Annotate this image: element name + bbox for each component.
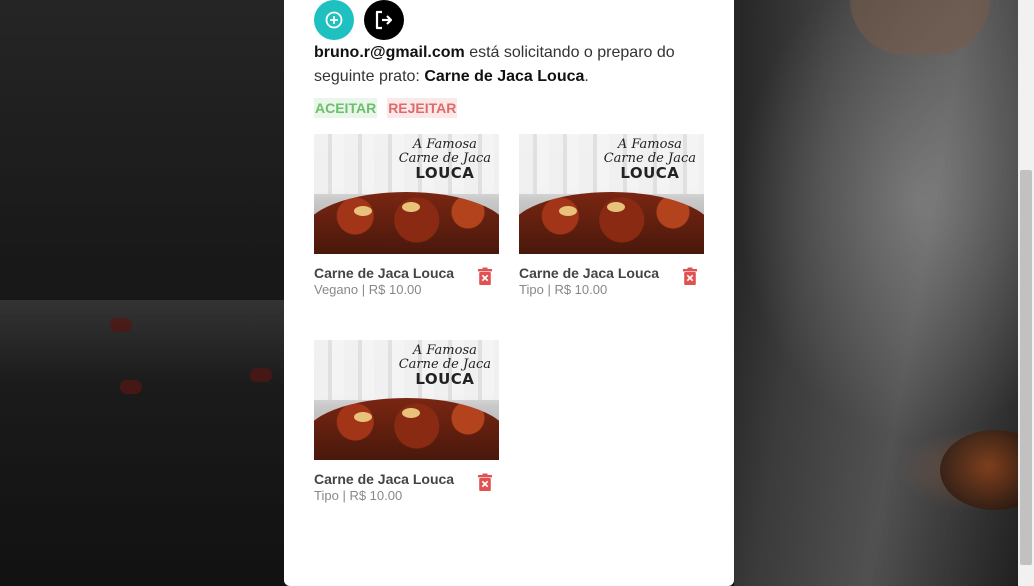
dish-type: Tipo [314,488,339,503]
requested-dish: Carne de Jaca Louca [424,68,585,85]
dish-image-logo: A Famosa Carne de Jaca LOUCA [399,343,491,388]
accept-button[interactable]: ACEITAR [314,98,378,118]
trash-icon[interactable] [683,267,697,285]
dish-separator: | [547,282,551,297]
dish-name: Carne de Jaca Louca [519,265,660,281]
dish-type: Vegano [314,282,359,297]
logout-icon [375,10,393,30]
request-message: bruno.r@gmail.com está solicitando o pre… [314,41,704,89]
dish-image-food [314,192,499,254]
trash-icon[interactable] [478,267,492,285]
dish-meta: Tipo | R$ 10.00 [314,487,499,505]
dish-image-nut [402,408,420,418]
logo-line1: A Famosa [412,137,477,152]
dish-meta: Vegano | R$ 10.00 [314,281,499,299]
dish-image-food [519,192,704,254]
dish-card[interactable]: A Famosa Carne de Jaca LOUCA Carne de Ja… [314,340,499,507]
add-button[interactable] [314,0,354,40]
logout-button[interactable] [364,0,404,40]
dish-name: Carne de Jaca Louca [314,471,455,487]
dish-card[interactable]: A Famosa Carne de Jaca LOUCA Carne de Ja… [314,134,499,301]
dish-image: A Famosa Carne de Jaca LOUCA [519,134,704,254]
dish-info: Carne de Jaca Louca Tipo | R$ 10.00 [519,265,704,301]
dish-image-nut [354,412,372,422]
dish-price: R$ 10.00 [349,488,403,503]
dish-info: Carne de Jaca Louca Tipo | R$ 10.00 [314,471,499,507]
dish-image-logo: A Famosa Carne de Jaca LOUCA [399,137,491,182]
dish-card[interactable]: A Famosa Carne de Jaca LOUCA Carne de Ja… [519,134,704,301]
dish-price: R$ 10.00 [368,282,422,297]
logo-line3: LOUCA [620,164,680,182]
dish-separator: | [342,488,346,503]
request-panel: bruno.r@gmail.com está solicitando o pre… [284,0,734,586]
logo-line3: LOUCA [415,370,475,388]
request-actions: ACEITAR REJEITAR [314,98,458,118]
requester-email: bruno.r@gmail.com [314,44,465,61]
dish-separator: | [361,282,366,297]
logo-line1: A Famosa [617,137,682,152]
dish-image-nut [559,206,577,216]
plus-circle-icon [325,11,343,29]
dish-meta: Tipo | R$ 10.00 [519,281,704,299]
dish-name: Carne de Jaca Louca [314,265,455,281]
reject-button[interactable]: REJEITAR [387,98,458,118]
dish-info: Carne de Jaca Louca Vegano | R$ 10.00 [314,265,499,301]
dish-image: A Famosa Carne de Jaca LOUCA [314,134,499,254]
dish-price: R$ 10.00 [554,282,608,297]
logo-line1: A Famosa [412,343,477,358]
page-scrollbar[interactable] [1018,0,1034,586]
request-period: . [584,68,589,85]
dish-image-nut [402,202,420,212]
dish-image-nut [607,202,625,212]
dish-image-logo: A Famosa Carne de Jaca LOUCA [604,137,696,182]
dish-image-nut [354,206,372,216]
dish-type: Tipo [519,282,544,297]
dish-image-food [314,398,499,460]
top-actions [314,0,404,40]
logo-line3: LOUCA [415,164,475,182]
trash-icon[interactable] [478,473,492,491]
dish-image: A Famosa Carne de Jaca LOUCA [314,340,499,460]
scrollbar-thumb[interactable] [1020,170,1032,565]
